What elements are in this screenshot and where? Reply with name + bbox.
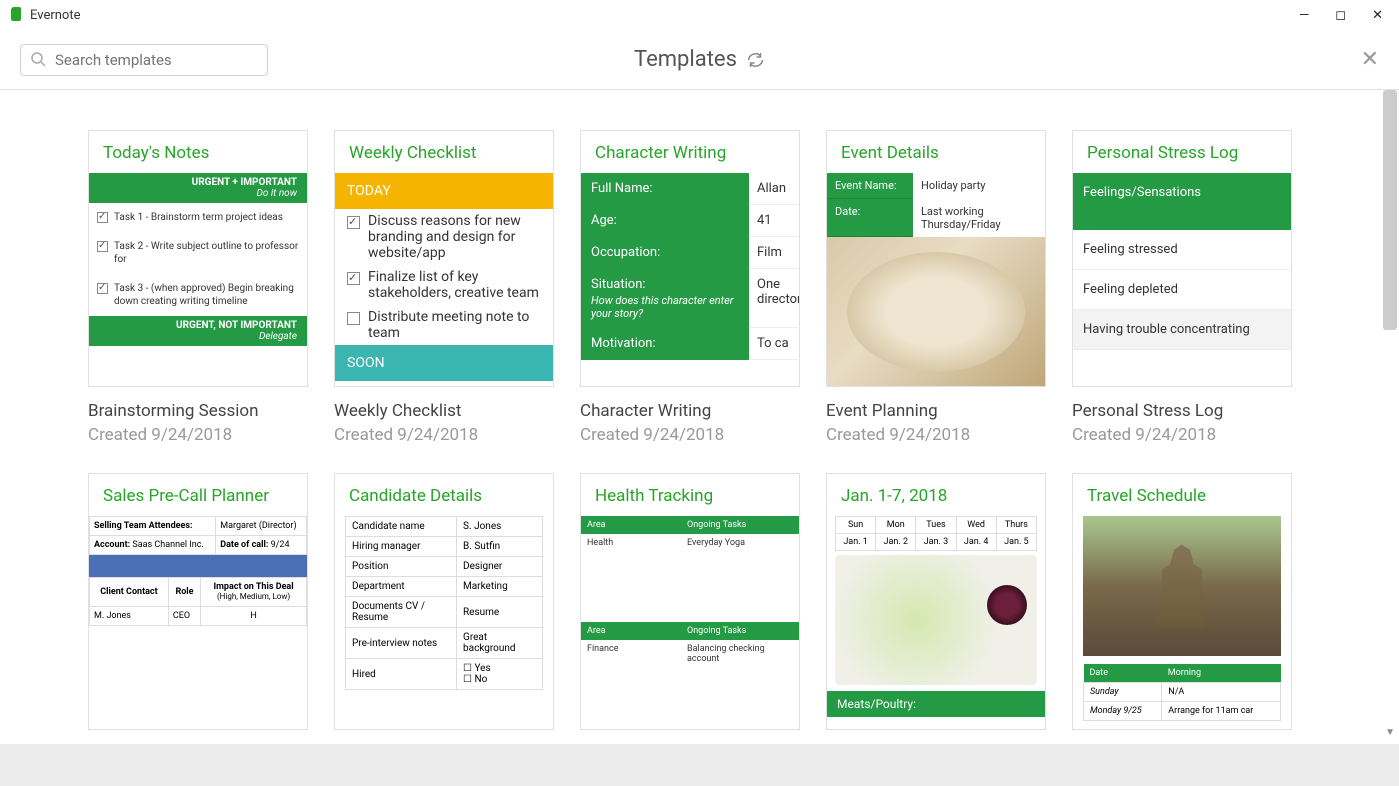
refresh-icon[interactable]	[747, 51, 765, 69]
toolbar: Templates ✕	[0, 30, 1399, 90]
scrollbar-thumb[interactable]	[1383, 90, 1397, 330]
evernote-logo-icon	[8, 7, 24, 23]
travel-image	[1083, 516, 1281, 656]
app-name: Evernote	[30, 8, 80, 23]
status-bar	[0, 744, 1399, 786]
template-title: Brainstorming Session	[88, 401, 308, 421]
template-card[interactable]: Travel Schedule DateMorning SundayN/A Mo…	[1072, 473, 1292, 730]
template-grid: Today's Notes URGENT + IMPORTANTDo it no…	[88, 130, 1311, 730]
event-image	[827, 237, 1045, 387]
window-minimize-button[interactable]: —	[1299, 8, 1309, 23]
template-subtitle: Created 9/24/2018	[88, 425, 308, 445]
titlebar: Evernote — ◻ ✕	[0, 0, 1399, 30]
page-title: Templates	[634, 47, 765, 72]
template-card[interactable]: Sales Pre-Call Planner Selling Team Atte…	[88, 473, 308, 730]
thumb-header: Today's Notes	[89, 131, 307, 173]
template-card[interactable]: Jan. 1-7, 2018 SunMonTuesWedThurs Jan. 1…	[826, 473, 1046, 730]
template-card[interactable]: Event Details Event Name:Holiday party D…	[826, 130, 1046, 445]
meal-image	[835, 555, 1037, 685]
search-box[interactable]	[20, 44, 268, 76]
template-card[interactable]: Personal Stress Log Feelings/Sensations …	[1072, 130, 1292, 445]
template-card[interactable]: Weekly Checklist TODAY Discuss reasons f…	[334, 130, 554, 445]
window-maximize-button[interactable]: ◻	[1335, 8, 1346, 23]
template-card[interactable]: Character Writing Full Name:Allan Age:41…	[580, 130, 800, 445]
close-templates-button[interactable]: ✕	[1361, 47, 1379, 72]
template-card[interactable]: Health Tracking AreaOngoing Tasks Health…	[580, 473, 800, 730]
search-icon	[31, 52, 47, 68]
search-input[interactable]	[55, 51, 257, 69]
template-card[interactable]: Candidate Details Candidate nameS. Jones…	[334, 473, 554, 730]
template-card[interactable]: Today's Notes URGENT + IMPORTANTDo it no…	[88, 130, 308, 445]
scroll-down-icon[interactable]: ▼	[1385, 727, 1395, 738]
window-close-button[interactable]: ✕	[1372, 8, 1383, 23]
content-area: Today's Notes URGENT + IMPORTANTDo it no…	[0, 90, 1399, 740]
template-thumb: Today's Notes URGENT + IMPORTANTDo it no…	[88, 130, 308, 387]
